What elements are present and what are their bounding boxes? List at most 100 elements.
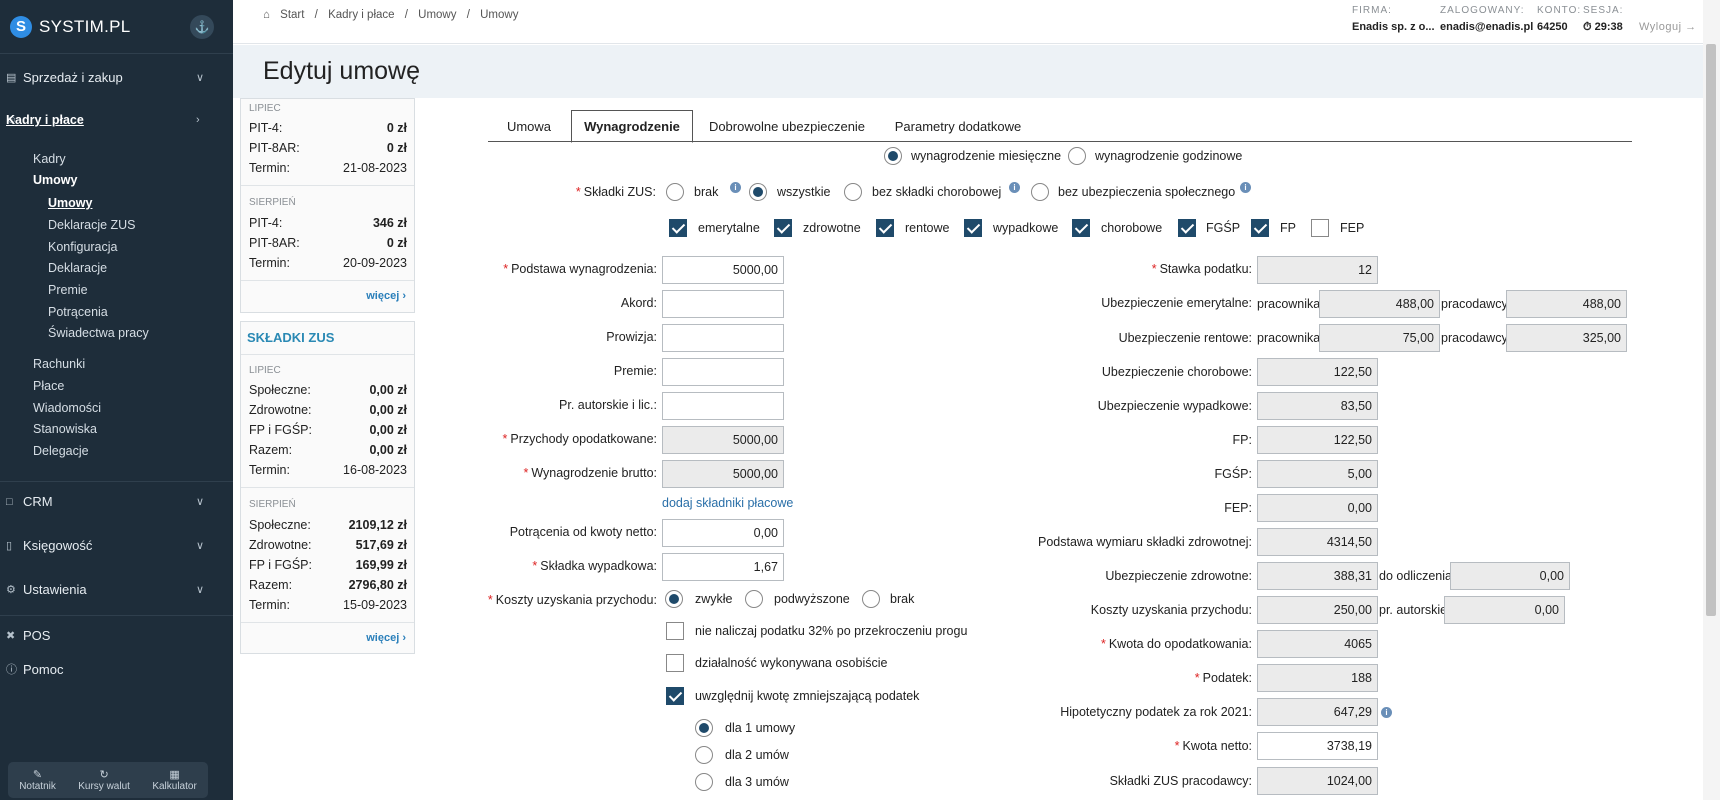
check-no-tax-32[interactable] [666, 622, 684, 640]
pracodawcy-label: pracodawcy [1441, 297, 1508, 311]
pos-icon: ✖ [6, 630, 16, 642]
sidebar-item-rachunki[interactable]: Rachunki [33, 357, 85, 371]
check-wypadkowe[interactable] [964, 219, 982, 237]
check-zdrowotne[interactable] [774, 219, 792, 237]
session-label: SESJA: [1583, 5, 1624, 16]
tab-dobrowolne[interactable]: Dobrowolne ubezpieczenie [702, 110, 872, 142]
radio-koszty-brak[interactable] [862, 590, 880, 608]
nav-ksiegowosc[interactable]: ▯ Księgowość ∨ [0, 525, 233, 565]
currency-button[interactable]: ↻ Kursy walut [78, 769, 130, 792]
add-wage-components-link[interactable]: dodaj składniki płacowe [662, 496, 793, 510]
radio-zus-wszystkie[interactable] [749, 183, 767, 201]
tab-wynagrodzenie[interactable]: Wynagrodzenie [571, 110, 693, 143]
notepad-button[interactable]: ✎ Notatnik [19, 769, 56, 792]
home-icon[interactable]: ⌂ [263, 9, 270, 21]
akord-label: Akord: [620, 296, 657, 310]
timer-icon: ⏱ [1583, 21, 1595, 33]
scrollbar-thumb[interactable] [1706, 44, 1716, 616]
check-fp-label: FP [1280, 221, 1296, 235]
potracenia-input[interactable]: 0,00 [662, 519, 784, 547]
sidebar-item-delegacje[interactable]: Delegacje [33, 444, 89, 458]
chorobowe-label: Ubezpieczenie chorobowe: [1101, 365, 1252, 379]
breadcrumb-start[interactable]: Start [280, 9, 304, 21]
netto-input[interactable]: 3738,19 [1257, 732, 1378, 760]
radio-zus-brak[interactable] [666, 183, 684, 201]
radio-dla-2-umow[interactable] [695, 746, 713, 764]
logo[interactable]: S SYSTIM.PL ⚓ [0, 0, 233, 54]
sidebar-item-wiadomosci[interactable]: Wiadomości [33, 401, 101, 415]
sidebar-item-umowy-group[interactable]: Umowy [33, 173, 77, 187]
check-fgsp[interactable] [1178, 219, 1196, 237]
podstawa-label: * Podstawa wynagrodzenia: [503, 262, 657, 276]
premie-input[interactable] [662, 358, 784, 386]
sidebar-item-konfiguracja[interactable]: Konfiguracja [48, 240, 118, 254]
row-value: 0,00 zł [369, 383, 407, 397]
sidebar-item-deklaracje[interactable]: Deklaracje [48, 261, 107, 275]
radio-koszty-podwyzszone[interactable] [745, 590, 763, 608]
podatek-label: * Podatek: [1194, 671, 1252, 685]
chevron-down-icon: ∨ [196, 539, 205, 552]
tab-parametry[interactable]: Parametry dodatkowe [884, 110, 1032, 142]
sidebar-item-potracenia[interactable]: Potrącenia [48, 305, 108, 319]
radio-zus-bez-spolecznego[interactable] [1031, 183, 1049, 201]
check-fp[interactable] [1251, 219, 1269, 237]
sidebar-item-umowy[interactable]: Umowy [48, 196, 92, 210]
kdo-label: * Kwota do opodatkowania: [1100, 637, 1252, 651]
info-icon[interactable]: i [1240, 182, 1251, 193]
sidebar-item-place[interactable]: Płace [33, 379, 64, 393]
radio-monthly[interactable] [884, 147, 902, 165]
autorskie-input[interactable] [662, 392, 784, 420]
pin-icon[interactable]: ⚓ [190, 15, 214, 39]
sidebar-item-stanowiska[interactable]: Stanowiska [33, 422, 97, 436]
summary-row: Razem: 2796,80 zł [249, 578, 407, 592]
nav-kadry[interactable]: ☺ Kadry i płace › [0, 100, 233, 140]
radio-zus-brak-label: brak [694, 185, 719, 199]
nav-sprzedaz[interactable]: ▤ Sprzedaż i zakup ∨ [0, 57, 233, 97]
podstawa-input[interactable]: 5000,00 [662, 256, 784, 284]
przychody-label: * Przychody opodatkowane: [502, 432, 658, 446]
sidebar-item-kadry[interactable]: Kadry [33, 152, 66, 166]
check-emerytalne[interactable] [669, 219, 687, 237]
row-value: 2109,12 zł [348, 518, 407, 532]
radio-zus-bez-chorobowej[interactable] [844, 183, 862, 201]
row-value: 20-09-2023 [343, 256, 407, 270]
sidebar-item-premie[interactable]: Premie [48, 283, 88, 297]
currency-icon: ↻ [99, 768, 109, 781]
akord-input[interactable] [662, 290, 784, 318]
radio-koszty-zwykle[interactable] [665, 590, 683, 608]
wypadkowa-input[interactable]: 1,67 [662, 553, 784, 581]
divider [241, 622, 414, 623]
check-kwota-zmniejszajaca[interactable] [666, 687, 684, 705]
check-chorobowe[interactable] [1072, 219, 1090, 237]
zus-label-text: Składki ZUS: [583, 185, 656, 199]
info-icon[interactable]: i [730, 182, 741, 193]
check-dzialalnosc-osobiscie[interactable] [666, 654, 684, 672]
prowizja-input[interactable] [662, 324, 784, 352]
check-rentowe[interactable] [876, 219, 894, 237]
more-link[interactable]: więcej › [366, 290, 406, 302]
logout-label: Wyloguj [1639, 21, 1682, 33]
sidebar-item-swiadectwa[interactable]: Świadectwa pracy [48, 326, 149, 340]
logout-button[interactable]: Wyloguj → [1639, 21, 1697, 33]
nav-crm[interactable]: □ CRM ∨ [0, 481, 233, 521]
radio-hourly[interactable] [1068, 147, 1086, 165]
info-icon[interactable]: i [1381, 707, 1392, 718]
zus-pracodawcy-label: Składki ZUS pracodawcy: [1109, 774, 1252, 788]
tab-umowa[interactable]: Umowa [488, 110, 570, 142]
nav-ustawienia[interactable]: ⚙ Ustawienia ∨ [0, 569, 233, 609]
breadcrumb-umowy[interactable]: Umowy [418, 9, 456, 21]
breadcrumb-kadry[interactable]: Kadry i płace [328, 9, 394, 21]
divider [241, 487, 414, 488]
panel-title: SKŁADKI ZUS [247, 330, 335, 345]
info-icon[interactable]: i [1009, 182, 1020, 193]
radio-dla-3-umow[interactable] [695, 773, 713, 791]
sidebar-item-deklaracje-zus[interactable]: Deklaracje ZUS [48, 218, 136, 232]
calculator-button[interactable]: ▦ Kalkulator [152, 769, 196, 792]
radio-dla-1-umowy-label: dla 1 umowy [725, 721, 796, 735]
pracownika-label: pracownika [1257, 331, 1321, 345]
more-link[interactable]: więcej › [366, 632, 406, 644]
check-fep[interactable] [1311, 219, 1329, 237]
nav-pomoc[interactable]: ⓘ Pomoc [0, 649, 233, 689]
account-info: KONTO: 64250 [1537, 5, 1581, 33]
radio-dla-1-umowy[interactable] [695, 719, 713, 737]
